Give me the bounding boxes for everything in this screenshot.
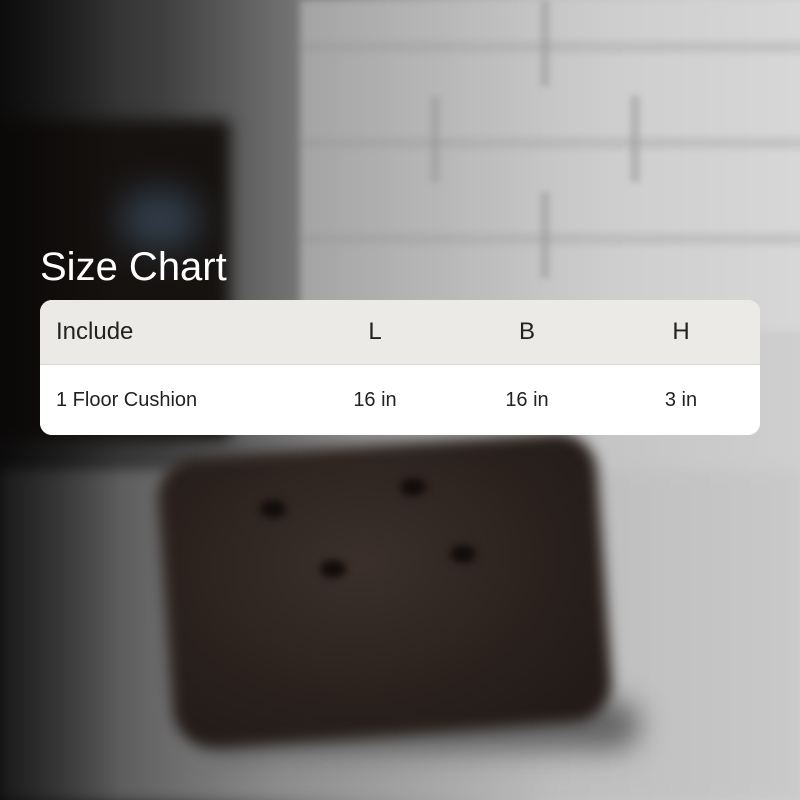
brick-joint — [540, 192, 550, 278]
brick-joint — [630, 96, 640, 182]
brick-joint — [540, 0, 550, 86]
size-chart-title: Size Chart — [40, 245, 227, 289]
cushion-tuft — [400, 478, 426, 496]
header-length: L — [368, 318, 382, 345]
cell-length: 16 in — [353, 388, 397, 411]
header-height: H — [672, 318, 690, 345]
header-include: Include — [56, 318, 134, 345]
header-breadth: B — [518, 318, 535, 345]
television-screen-glow — [120, 190, 200, 250]
cell-breadth: 16 in — [505, 388, 549, 411]
cushion-tuft — [320, 560, 346, 578]
table-row: 1 Floor Cushion 16 in 16 in 3 in — [40, 365, 760, 435]
cell-height: 3 in — [664, 388, 698, 411]
cushion-tuft — [450, 545, 476, 563]
brick-wall — [300, 0, 800, 330]
brick-joint — [430, 96, 440, 182]
table-header-row: Include L B H — [40, 300, 760, 365]
cell-include: 1 Floor Cushion — [56, 388, 198, 411]
cushion-tuft — [260, 500, 286, 518]
floor-cushion-photo — [155, 430, 615, 750]
size-chart-table: Include L B H 1 Floor Cushion 16 in 16 i… — [40, 300, 760, 435]
